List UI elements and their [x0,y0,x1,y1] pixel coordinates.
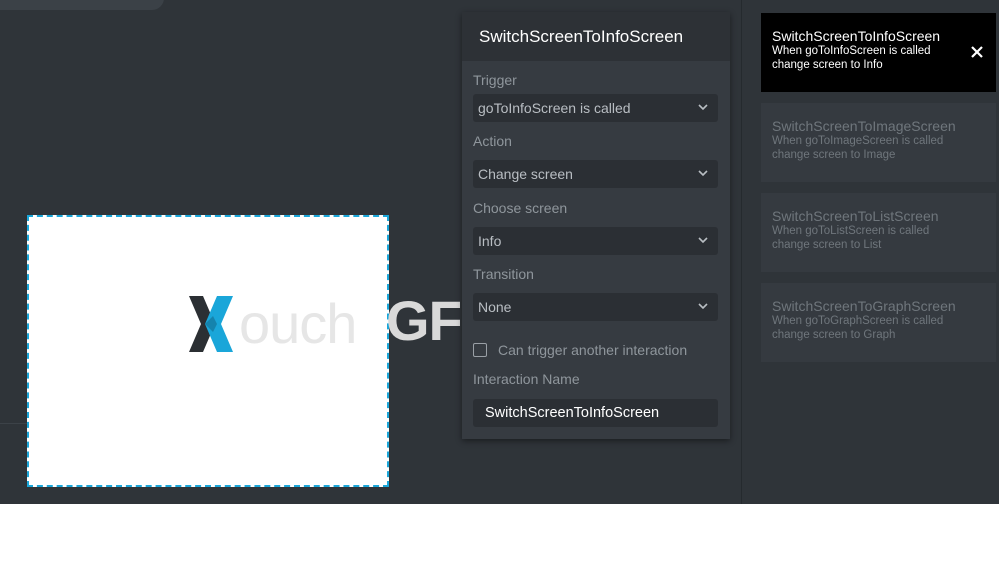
choose-screen-dropdown[interactable]: Info [473,227,718,255]
app-window: ouch GF SwitchScreenToInfoScreen Trigger… [0,0,999,504]
interaction-desc-2: change screen to Image [772,149,896,161]
trigger-value: goToInfoScreen is called [478,100,631,116]
interaction-desc-1: When goToInfoScreen is called [772,45,931,57]
interaction-name-label: Interaction Name [473,371,580,387]
choose-screen-label: Choose screen [473,200,568,216]
action-label: Action [473,133,512,149]
interaction-editor-panel: SwitchScreenToInfoScreen Trigger goToInf… [462,12,730,439]
editor-title: SwitchScreenToInfoScreen [462,12,730,61]
chevron-down-icon [698,104,708,111]
action-dropdown[interactable]: Change screen [473,160,718,188]
interaction-card-image[interactable]: SwitchScreenToImageScreen When goToImage… [761,103,996,182]
canvas-top-tab[interactable] [0,0,164,10]
logo-text-light: ouch [239,292,357,355]
interaction-title: SwitchScreenToGraphScreen [772,298,956,314]
action-value: Change screen [478,166,573,182]
canvas-divider [0,423,28,424]
interaction-card-graph[interactable]: SwitchScreenToGraphScreen When goToGraph… [761,283,996,362]
can-trigger-checkbox[interactable] [473,343,487,357]
touchgfx-logo-icon [189,296,233,352]
interaction-card-list[interactable]: SwitchScreenToListScreen When goToListSc… [761,193,996,272]
interactions-sidebar: SwitchScreenToInfoScreen When goToInfoSc… [741,0,999,504]
chevron-down-icon [698,170,708,177]
interaction-desc-1: When goToImageScreen is called [772,135,944,147]
interaction-title: SwitchScreenToListScreen [772,208,939,224]
transition-dropdown[interactable]: None [473,293,718,321]
interaction-name-input[interactable]: SwitchScreenToInfoScreen [473,399,718,427]
interaction-desc-2: change screen to Info [772,59,883,71]
logo-text-bold: GF [386,289,460,352]
interaction-card-info[interactable]: SwitchScreenToInfoScreen When goToInfoSc… [761,13,996,92]
interaction-desc-1: When goToListScreen is called [772,225,930,237]
transition-label: Transition [473,266,534,282]
choose-screen-value: Info [478,233,502,249]
interaction-desc-1: When goToGraphScreen is called [772,315,944,327]
interaction-desc-2: change screen to List [772,239,882,251]
close-icon[interactable] [970,45,984,59]
interaction-title: SwitchScreenToImageScreen [772,118,956,134]
interaction-desc-2: change screen to Graph [772,329,896,341]
chevron-down-icon [698,237,708,244]
trigger-label: Trigger [473,72,517,88]
can-trigger-label: Can trigger another interaction [498,342,688,358]
interaction-title: SwitchScreenToInfoScreen [772,28,941,44]
transition-value: None [478,299,512,315]
chevron-down-icon [698,303,708,310]
screen-preview[interactable]: ouch [27,215,389,487]
can-trigger-row[interactable]: Can trigger another interaction [473,342,687,358]
touchgfx-logo: ouch [187,291,357,357]
trigger-dropdown[interactable]: goToInfoScreen is called [473,94,718,122]
